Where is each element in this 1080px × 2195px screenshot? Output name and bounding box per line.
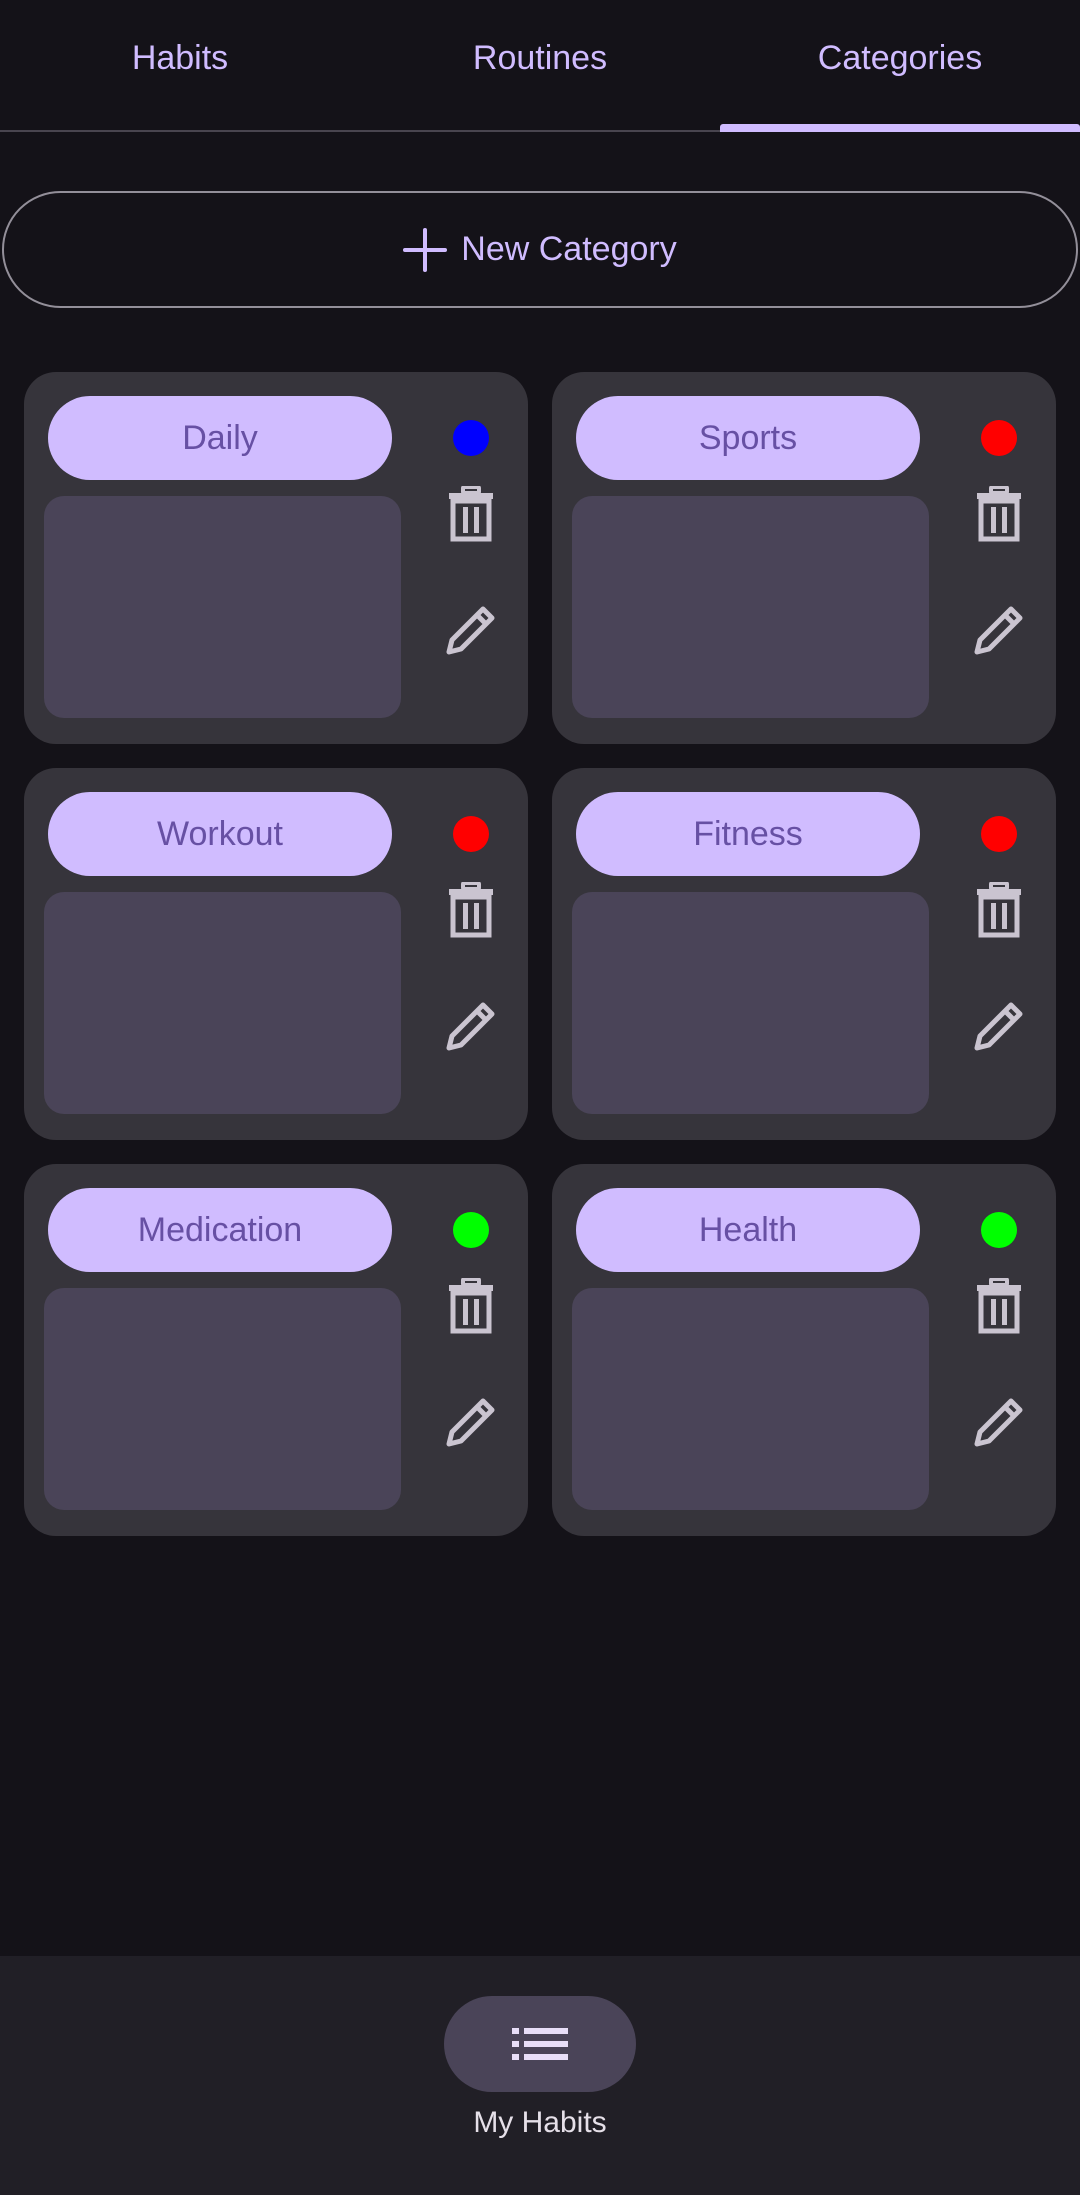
edit-category-button[interactable] <box>439 1392 503 1456</box>
category-card: Health <box>552 1164 1056 1536</box>
tab-bar: Habits Routines Categories <box>0 0 1080 132</box>
category-name-chip[interactable]: Medication <box>48 1188 392 1272</box>
new-category-label: New Category <box>461 230 677 268</box>
pencil-icon <box>971 1394 1027 1455</box>
delete-category-button[interactable] <box>967 880 1031 944</box>
nav-label-my-habits: My Habits <box>473 2106 607 2139</box>
edit-category-button[interactable] <box>967 1392 1031 1456</box>
edit-category-button[interactable] <box>967 996 1031 1060</box>
category-color-dot <box>453 420 489 456</box>
trash-icon <box>447 484 495 547</box>
delete-category-button[interactable] <box>967 484 1031 548</box>
category-color-dot <box>453 816 489 852</box>
category-content-area <box>572 496 929 718</box>
category-name-chip[interactable]: Workout <box>48 792 392 876</box>
category-content-area <box>572 1288 929 1510</box>
category-color-dot <box>981 420 1017 456</box>
category-name-chip[interactable]: Sports <box>576 396 920 480</box>
list-icon <box>512 2028 568 2060</box>
category-content-area <box>44 496 401 718</box>
category-content-area <box>44 892 401 1114</box>
pencil-icon <box>971 602 1027 663</box>
category-card: Daily <box>24 372 528 744</box>
category-color-dot <box>981 1212 1017 1248</box>
category-name-chip[interactable]: Health <box>576 1188 920 1272</box>
category-card: Sports <box>552 372 1056 744</box>
trash-icon <box>975 1276 1023 1339</box>
delete-category-button[interactable] <box>439 880 503 944</box>
plus-icon <box>403 227 448 272</box>
nav-item-my-habits[interactable] <box>444 1996 636 2092</box>
category-card: Workout <box>24 768 528 1140</box>
delete-category-button[interactable] <box>967 1276 1031 1340</box>
edit-category-button[interactable] <box>439 600 503 664</box>
delete-category-button[interactable] <box>439 1276 503 1340</box>
pencil-icon <box>971 998 1027 1059</box>
tab-routines[interactable]: Routines <box>360 0 720 130</box>
category-name-chip[interactable]: Daily <box>48 396 392 480</box>
category-color-dot <box>453 1212 489 1248</box>
pencil-icon <box>443 602 499 663</box>
category-content-area <box>44 1288 401 1510</box>
trash-icon <box>447 1276 495 1339</box>
edit-category-button[interactable] <box>967 600 1031 664</box>
trash-icon <box>975 484 1023 547</box>
category-card: Fitness <box>552 768 1056 1140</box>
new-category-button[interactable]: New Category <box>2 191 1078 308</box>
category-card: Medication <box>24 1164 528 1536</box>
delete-category-button[interactable] <box>439 484 503 548</box>
pencil-icon <box>443 1394 499 1455</box>
tab-categories[interactable]: Categories <box>720 0 1080 132</box>
category-grid: Daily Sports Workout Fitness Medication Healt… <box>24 372 1056 1536</box>
category-color-dot <box>981 816 1017 852</box>
pencil-icon <box>443 998 499 1059</box>
trash-icon <box>975 880 1023 943</box>
category-name-chip[interactable]: Fitness <box>576 792 920 876</box>
bottom-navigation: My Habits <box>0 1956 1080 2195</box>
tab-habits[interactable]: Habits <box>0 0 360 130</box>
category-content-area <box>572 892 929 1114</box>
edit-category-button[interactable] <box>439 996 503 1060</box>
trash-icon <box>447 880 495 943</box>
